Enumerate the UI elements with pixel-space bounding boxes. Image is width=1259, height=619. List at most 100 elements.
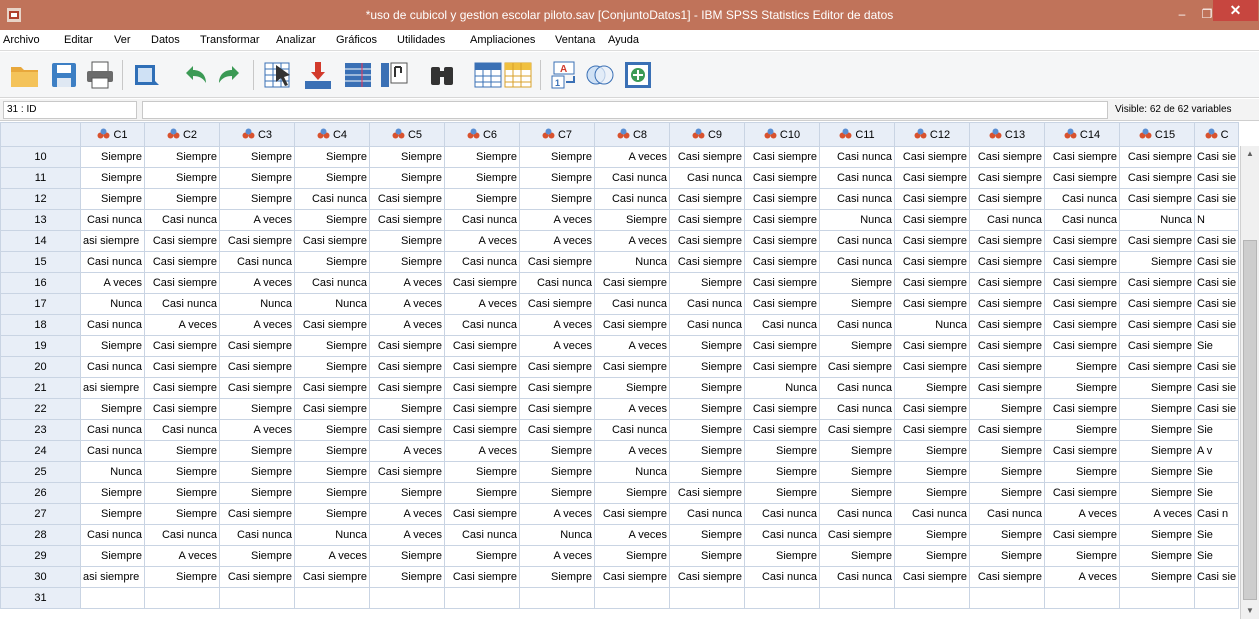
data-cell[interactable]: A veces [444,293,520,315]
data-cell[interactable]: Casi siempre [744,272,820,294]
grid-corner[interactable] [0,122,81,147]
data-cell[interactable]: Casi siempre [219,503,295,525]
data-cell[interactable]: Casi nunca [80,314,145,336]
data-cell[interactable]: Casi siempre [744,146,820,168]
data-cell[interactable]: A veces [144,314,220,336]
data-cell[interactable] [669,587,745,609]
data-cell[interactable]: Siempre [1119,251,1195,273]
data-cell[interactable]: Siempre [1119,398,1195,420]
data-cell[interactable]: Siempre [219,482,295,504]
data-cell[interactable]: A veces [369,440,445,462]
data-cell[interactable]: Siempre [669,377,745,399]
data-cell[interactable]: Siempre [369,482,445,504]
data-cell[interactable]: Casi siempre [894,230,970,252]
data-cell[interactable]: Casi siempre [894,398,970,420]
data-cell[interactable]: Casi nunca [1044,188,1120,210]
data-cell[interactable]: Casi sie [1193,251,1240,273]
data-cell[interactable]: Nunca [80,461,145,483]
data-cell[interactable]: Casi nunca [819,230,895,252]
data-cell[interactable]: Nunca [294,293,370,315]
row-number[interactable]: 29 [0,545,81,567]
data-cell[interactable]: Casi siempre [1044,251,1120,273]
data-cell[interactable]: Casi siempre [369,461,445,483]
data-cell[interactable]: A veces [369,272,445,294]
data-cell[interactable]: Siempre [669,440,745,462]
minimize-button[interactable]: – [1168,4,1196,25]
data-cell[interactable]: Siempre [444,167,520,189]
row-number[interactable]: 10 [0,146,81,168]
menu-ver[interactable]: Ver [114,34,131,46]
data-cell[interactable]: Casi siempre [369,419,445,441]
data-cell[interactable]: Siempre [369,230,445,252]
data-cell[interactable]: Casi siempre [369,335,445,357]
data-cell[interactable]: Casi siempre [1119,188,1195,210]
data-cell[interactable]: Siempre [894,461,970,483]
data-cell[interactable]: Casi siempre [819,356,895,378]
data-cell[interactable]: Casi siempre [144,398,220,420]
data-cell[interactable]: Casi siempre [369,377,445,399]
data-cell[interactable]: A veces [369,293,445,315]
data-cell[interactable]: Siempre [519,566,595,588]
row-number[interactable]: 12 [0,188,81,210]
data-cell[interactable]: Nunca [294,524,370,546]
data-cell[interactable]: Casi nunca [219,524,295,546]
data-cell[interactable]: Casi siempre [1044,293,1120,315]
data-cell[interactable]: Sie [1193,545,1240,567]
go-to-variable-icon[interactable] [302,59,334,91]
data-cell[interactable]: Casi siempre [219,377,295,399]
data-cell[interactable]: Casi siempre [894,272,970,294]
data-cell[interactable]: Siempre [80,167,145,189]
data-cell[interactable]: Casi siempre [219,566,295,588]
data-cell[interactable]: Siempre [369,566,445,588]
data-cell[interactable]: A veces [219,419,295,441]
data-cell[interactable]: Casi nunca [894,503,970,525]
data-cell[interactable]: Siempre [294,419,370,441]
data-cell[interactable]: N [1193,209,1240,231]
data-cell[interactable]: Casi siempre [669,566,745,588]
show-all-variables-icon[interactable] [622,59,654,91]
data-cell[interactable]: Casi nunca [969,209,1045,231]
data-cell[interactable]: Casi siempre [144,272,220,294]
data-cell[interactable]: Casi siempre [519,356,595,378]
data-cell[interactable]: Casi nunca [669,503,745,525]
menu-ventana[interactable]: Ventana [555,34,595,46]
data-cell[interactable]: Casi sie [1193,272,1240,294]
data-cell[interactable]: Siempre [669,545,745,567]
data-cell[interactable]: Siempre [1044,419,1120,441]
data-cell[interactable]: Casi siempre [294,314,370,336]
data-cell[interactable]: A veces [1044,503,1120,525]
data-cell[interactable]: Siempre [744,545,820,567]
data-cell[interactable]: Casi nunca [819,398,895,420]
data-cell[interactable]: Siempre [894,440,970,462]
data-cell[interactable]: Casi siempre [969,230,1045,252]
data-cell[interactable]: Casi siempre [819,524,895,546]
data-cell[interactable]: Casi siempre [519,293,595,315]
data-cell[interactable]: Siempre [894,482,970,504]
data-cell[interactable]: Casi siempre [594,503,670,525]
column-header[interactable]: C5 [369,122,445,147]
data-cell[interactable]: Siempre [219,398,295,420]
data-cell[interactable]: Siempre [819,545,895,567]
data-cell[interactable]: Siempre [669,335,745,357]
data-cell[interactable]: Casi nunca [819,188,895,210]
data-cell[interactable]: Siempre [144,146,220,168]
data-cell[interactable]: Sie [1193,524,1240,546]
data-cell[interactable]: Siempre [369,545,445,567]
row-number[interactable]: 24 [0,440,81,462]
data-cell[interactable]: Casi siempre [669,482,745,504]
data-cell[interactable]: A veces [369,503,445,525]
data-cell[interactable]: Casi siempre [894,251,970,273]
data-cell[interactable]: Siempre [969,440,1045,462]
scroll-down-arrow[interactable]: ▼ [1241,603,1259,619]
data-cell[interactable]: A veces [594,440,670,462]
data-cell[interactable]: Casi nunca [80,419,145,441]
data-cell[interactable]: Casi sie [1193,146,1240,168]
data-cell[interactable]: Casi siempre [144,356,220,378]
data-cell[interactable]: Casi siempre [969,356,1045,378]
data-cell[interactable]: Siempre [294,461,370,483]
insert-cases-icon[interactable] [472,59,504,91]
data-cell[interactable] [369,587,445,609]
data-cell[interactable]: Casi sie [1193,188,1240,210]
data-cell[interactable]: Siempre [144,440,220,462]
row-number[interactable]: 27 [0,503,81,525]
